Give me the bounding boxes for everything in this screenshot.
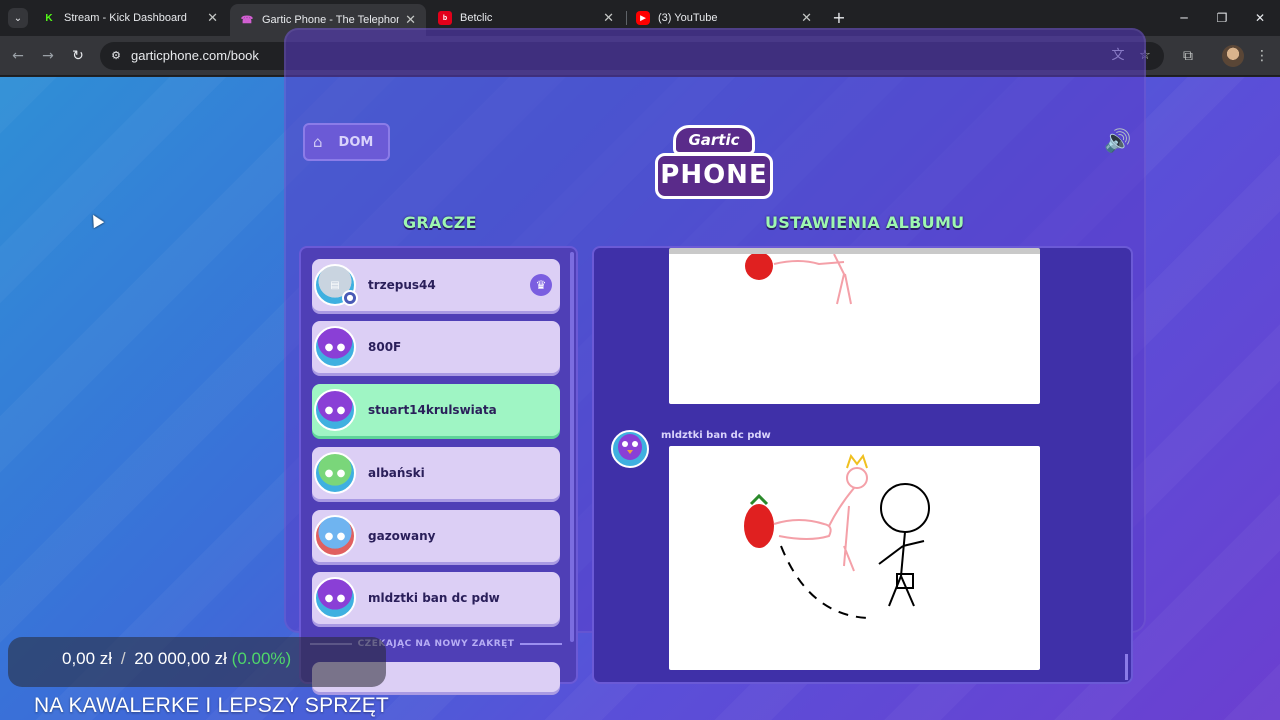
- close-icon[interactable]: ✕: [207, 10, 218, 26]
- minimize-button[interactable]: ─: [1175, 8, 1193, 28]
- drawing-author: mldztki ban dc pdw: [661, 430, 771, 441]
- player-name: mldztki ban dc pdw: [368, 591, 500, 605]
- home-label: DOM: [338, 134, 374, 150]
- bird-avatar-icon: ● ●: [314, 577, 356, 619]
- reload-button[interactable]: ↻: [68, 46, 88, 66]
- logo-top-text: Gartic: [673, 125, 755, 155]
- king-avatar-icon: ● ●: [314, 515, 356, 557]
- players-heading: GRACZE: [403, 213, 477, 232]
- player-name: albański: [368, 466, 425, 480]
- home-icon: ⌂: [313, 133, 323, 151]
- menu-icon[interactable]: ⋮: [1252, 46, 1272, 66]
- avatar-face: ● ●: [324, 530, 346, 542]
- sound-icon[interactable]: 🔊: [1104, 130, 1132, 154]
- drawing-canvas: [669, 248, 1040, 404]
- player-name: trzepus44: [368, 278, 436, 292]
- crown-icon: ♛: [530, 274, 552, 296]
- close-icon[interactable]: ✕: [801, 10, 812, 26]
- site-info-icon[interactable]: ⚙: [108, 48, 124, 64]
- avatar-face: ● ●: [324, 404, 346, 416]
- player-card: ● ● 800F: [312, 321, 560, 373]
- forward-button[interactable]: →: [38, 46, 58, 66]
- knight-avatar-icon: ▤ ●: [314, 264, 358, 306]
- player-card: ▤ ● trzepus44 ♛: [312, 259, 560, 311]
- tab-title: Gartic Phone - The Telephone G: [262, 14, 399, 26]
- youtube-icon: ▶: [636, 11, 650, 25]
- bird-avatar-icon: ● ●: [314, 326, 356, 368]
- goal-separator: /: [120, 649, 126, 668]
- strawberry-shape: [745, 252, 773, 280]
- drawing-image: [744, 453, 930, 619]
- extensions-icon[interactable]: ⧉: [1178, 46, 1198, 66]
- avatar-face: ● ●: [324, 592, 346, 604]
- tab-search-button[interactable]: ⌄: [8, 8, 28, 28]
- drawing-canvas: [669, 446, 1040, 670]
- close-window-button[interactable]: ✕: [1251, 8, 1269, 28]
- tab-title: Stream - Kick Dashboard: [64, 12, 187, 24]
- betclic-icon: b: [438, 11, 452, 25]
- avatar-face: ● ●: [324, 341, 346, 353]
- author-avatar-icon: [611, 430, 649, 468]
- croc-avatar-icon: ● ●: [314, 452, 356, 494]
- players-scrollbar[interactable]: [570, 252, 574, 642]
- gartic-phone-logo: Gartic PHONE: [655, 123, 773, 201]
- bird-avatar-icon: ● ●: [314, 389, 356, 431]
- player-card-active: ● ● stuart14krulswiata: [312, 384, 560, 436]
- goal-current: 0,00 zł: [62, 649, 113, 668]
- close-icon[interactable]: ✕: [603, 10, 614, 26]
- donation-goal-progress: 0,00 zł / 20 000,00 zł (0.00%): [62, 649, 291, 669]
- donation-goal-title: NA KAWALERKE I LEPSZY SPRZĘT: [34, 694, 389, 717]
- close-icon[interactable]: ✕: [405, 12, 416, 28]
- player-card: ● ● albański: [312, 447, 560, 499]
- strawberry-shape: [744, 504, 774, 548]
- gartic-icon: ☎: [240, 14, 254, 26]
- goal-percent: (0.00%): [231, 649, 292, 668]
- tab-title: (3) YouTube: [658, 12, 718, 24]
- divider-line: [520, 643, 563, 645]
- home-button[interactable]: ⌂ DOM: [303, 123, 390, 161]
- avatar-face: ● ●: [324, 467, 346, 479]
- drawing-image: [745, 252, 852, 305]
- back-button[interactable]: ←: [8, 46, 28, 66]
- avatar-face: ▤: [330, 279, 340, 291]
- host-user-icon: ●: [342, 290, 358, 306]
- profile-avatar[interactable]: [1222, 45, 1244, 67]
- player-card: ● ● mldztki ban dc pdw: [312, 572, 560, 624]
- new-tab-button[interactable]: +: [830, 8, 848, 28]
- player-name: gazowany: [368, 529, 436, 543]
- player-name: 800F: [368, 340, 402, 354]
- restore-button[interactable]: ❐: [1213, 8, 1231, 28]
- album-scrollbar[interactable]: [1125, 654, 1128, 680]
- album-heading: USTAWIENIA ALBUMU: [765, 213, 965, 232]
- logo-bottom-text: PHONE: [655, 153, 773, 199]
- player-name: stuart14krulswiata: [368, 403, 497, 417]
- kick-icon: K: [45, 12, 53, 24]
- url-text[interactable]: garticphone.com/book: [131, 48, 259, 63]
- goal-target: 20 000,00 zł: [134, 649, 227, 668]
- tab-kick[interactable]: K Stream - Kick Dashboard ✕: [32, 4, 228, 32]
- tab-title: Betclic: [460, 12, 493, 24]
- player-card: ● ● gazowany: [312, 510, 560, 562]
